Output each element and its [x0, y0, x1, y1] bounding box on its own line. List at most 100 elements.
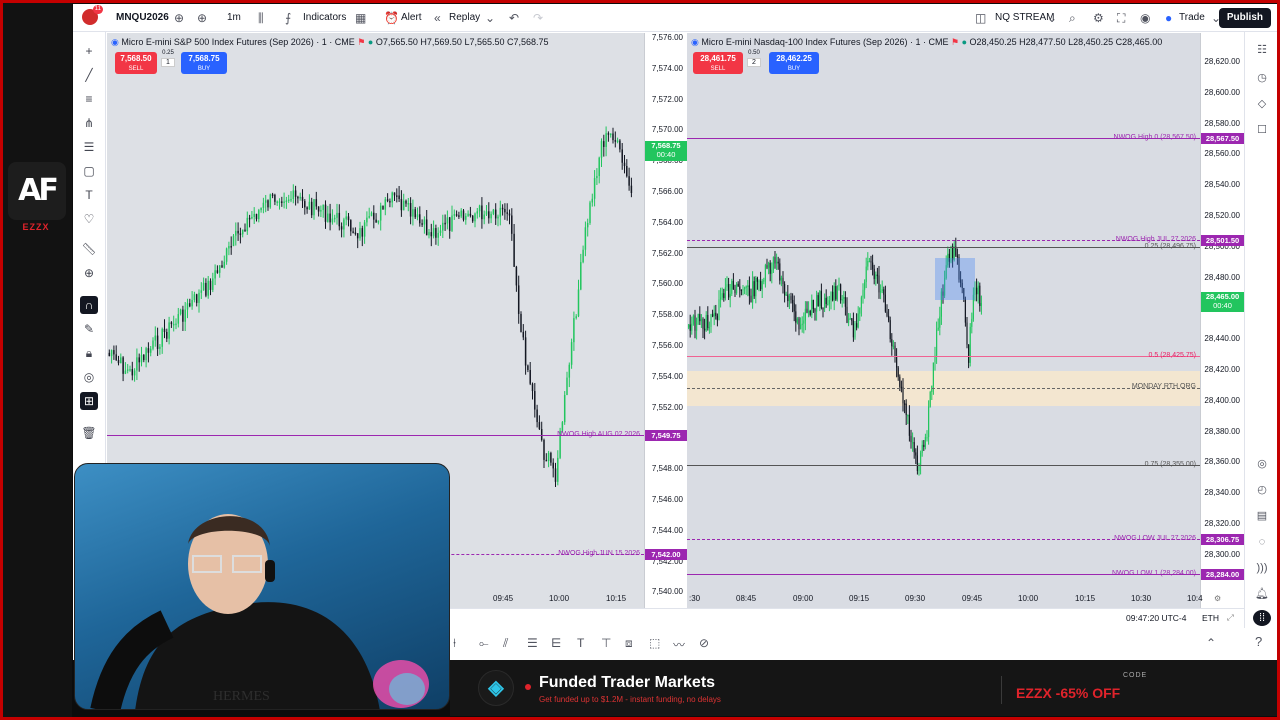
indicators-icon[interactable]: ⨍	[285, 4, 291, 32]
fib-retracement-icon[interactable]: ☰	[527, 636, 538, 650]
vertical-line-icon[interactable]: ⍿	[453, 636, 456, 651]
add-symbol-icon[interactable]: ⊕	[197, 4, 207, 32]
alert-icon[interactable]: ⏰	[384, 4, 399, 32]
es-title-row: ◉ Micro E-mini S&P 500 Index Futures (Se…	[111, 37, 549, 48]
nq-fib-05-line[interactable]	[687, 356, 1200, 357]
es-candle	[543, 439, 545, 460]
nq-sell-button[interactable]: 28,461.75 SELL	[693, 52, 743, 74]
crosshair-icon[interactable]: +	[80, 42, 98, 60]
clock[interactable]: 09:47:20 UTC-4	[1126, 613, 1186, 623]
collapse-panel-icon[interactable]: ⌃	[1206, 636, 1216, 650]
redo-icon[interactable]: ↷	[533, 4, 543, 32]
price-range-icon[interactable]: ⧈	[625, 636, 633, 651]
undo-icon[interactable]: ↶	[509, 4, 519, 32]
camera-icon[interactable]: ◉	[1140, 4, 1150, 32]
es-candle	[327, 213, 329, 222]
watchlist-icon[interactable]: ☷	[1253, 42, 1271, 58]
target-icon[interactable]: ◎	[1253, 456, 1271, 472]
nq-qty[interactable]: 2	[747, 58, 761, 67]
nq-time-axis[interactable]: :30 08:45 09:00 09:15 09:30 09:45 10:00 …	[687, 594, 1244, 608]
horizontal-ray-icon[interactable]: ⟜	[479, 636, 489, 651]
user-avatar[interactable]: 11	[82, 5, 103, 25]
axis-settings-icon[interactable]: ⚙	[1214, 594, 1221, 603]
text-icon[interactable]: T	[577, 636, 584, 650]
measure-icon[interactable]: ⊘	[699, 636, 709, 650]
nq-candle	[880, 290, 882, 293]
streams-icon[interactable]: )))	[1253, 560, 1271, 576]
nq-candle	[926, 437, 928, 439]
chart-pane-nq[interactable]: ◉ Micro E-mini Nasdaq-100 Index Futures …	[687, 33, 1200, 608]
shapes-icon[interactable]: ▢	[80, 162, 98, 180]
chart-type-icon[interactable]: ⫼	[258, 4, 264, 32]
favorites-icon[interactable]: ♡	[80, 210, 98, 228]
replay-icon[interactable]: «	[434, 4, 441, 32]
sponsor-banner[interactable]: ◈ Funded Trader Markets Get funded up to…	[450, 660, 1277, 716]
quick-search-icon[interactable]: ⌕	[1069, 4, 1076, 32]
publish-button[interactable]: Publish	[1218, 8, 1271, 28]
lock-icon[interactable]: 🔒︎	[80, 344, 98, 362]
trash-icon[interactable]: 🗑︎	[80, 424, 98, 442]
horizontal-lines-icon[interactable]: ≡	[80, 90, 98, 108]
replay-button[interactable]: Replay	[449, 4, 480, 32]
chat-icon[interactable]: ☐	[1253, 122, 1271, 138]
nq-fib-075-line[interactable]	[687, 465, 1200, 466]
fullscreen-icon[interactable]: ⛶	[1117, 4, 1125, 32]
es-candle	[315, 199, 318, 207]
stay-drawing-icon[interactable]: ✎	[80, 320, 98, 338]
indicators-button[interactable]: Indicators	[303, 4, 346, 32]
calendar-icon[interactable]: ▤	[1253, 508, 1271, 524]
settings-icon[interactable]: ⚙	[1093, 4, 1104, 32]
trade-icon[interactable]: ●	[1165, 4, 1172, 32]
hide-drawings-icon[interactable]: ◎	[80, 368, 98, 386]
ruler-icon[interactable]: 📏︎	[80, 240, 98, 258]
nq-candle	[816, 295, 818, 312]
nq-candle	[768, 262, 770, 268]
note-icon[interactable]: ⊤	[601, 636, 611, 650]
es-price-tick: 7,544.00	[651, 525, 683, 535]
rectangle-icon[interactable]: ⬚	[649, 636, 660, 650]
layout-icon[interactable]: ◫	[975, 4, 986, 32]
layout-name[interactable]: NQ STREAM	[995, 4, 1054, 32]
es-candle	[471, 215, 474, 222]
nq-candle	[747, 285, 749, 287]
ideas-icon[interactable]: ◌	[1253, 534, 1271, 550]
fib-extension-icon[interactable]: ⋿	[551, 636, 561, 650]
es-qty[interactable]: 1	[161, 58, 175, 67]
magnet-icon[interactable]: ∩	[80, 296, 98, 314]
text-tool-icon[interactable]: T	[80, 186, 98, 204]
layout-dropdown-icon[interactable]: ⌄	[1047, 4, 1057, 32]
pitchfork-icon[interactable]: ⋔	[80, 114, 98, 132]
es-buy-button[interactable]: 7,568.75 BUY	[181, 52, 227, 74]
nq-candle	[976, 287, 978, 295]
es-sell-button[interactable]: 7,568.50 SELL	[115, 52, 157, 74]
nq-buy-button[interactable]: 28,462.25 BUY	[769, 52, 819, 74]
path-icon[interactable]: 〰	[673, 636, 685, 653]
fib-tool-icon[interactable]: ☰	[80, 138, 98, 156]
maximize-icon[interactable]: ⤢	[1227, 612, 1234, 623]
replay-dropdown-icon[interactable]: ⌄	[485, 4, 495, 32]
session-toggle[interactable]: ETH	[1202, 613, 1219, 623]
object-tree-icon[interactable]: ◇	[1253, 96, 1271, 112]
nq-monday-mid-line[interactable]	[687, 388, 1200, 389]
alerts-clock-icon[interactable]: ◷	[1253, 70, 1271, 86]
alert-button[interactable]: Alert	[401, 4, 422, 32]
screener-icon[interactable]: ◴	[1253, 482, 1271, 498]
channel-icon[interactable]: ⫽	[503, 636, 508, 651]
nq-price-axis[interactable]: 28,620.00 28,600.00 28,580.00 28,560.00 28,5…	[1200, 33, 1244, 608]
apps-grid-icon[interactable]: ⁞⁞	[1253, 610, 1271, 626]
nq-position-box[interactable]	[935, 258, 975, 300]
es-candle	[591, 198, 594, 203]
interval-selector[interactable]: 1m	[227, 4, 241, 32]
templates-icon[interactable]: ▦	[355, 4, 366, 32]
es-candle	[515, 266, 518, 286]
trend-line-icon[interactable]: ╱	[80, 66, 98, 84]
sync-drawings-icon[interactable]: ⊞	[80, 392, 98, 410]
zoom-in-icon[interactable]: ⊕	[80, 264, 98, 282]
symbol-search[interactable]: MNQU2026	[116, 4, 169, 32]
help-icon[interactable]: ?	[1255, 634, 1262, 649]
nq-fib-025-line[interactable]	[687, 247, 1200, 248]
notifications-icon[interactable]: 🔔︎	[1253, 586, 1271, 602]
es-price-axis[interactable]: 7,576.007,574.007,572.007,570.007,568.00…	[644, 33, 687, 608]
compare-symbol-icon[interactable]: ⊕	[174, 4, 184, 32]
trade-button[interactable]: Trade	[1179, 4, 1205, 32]
